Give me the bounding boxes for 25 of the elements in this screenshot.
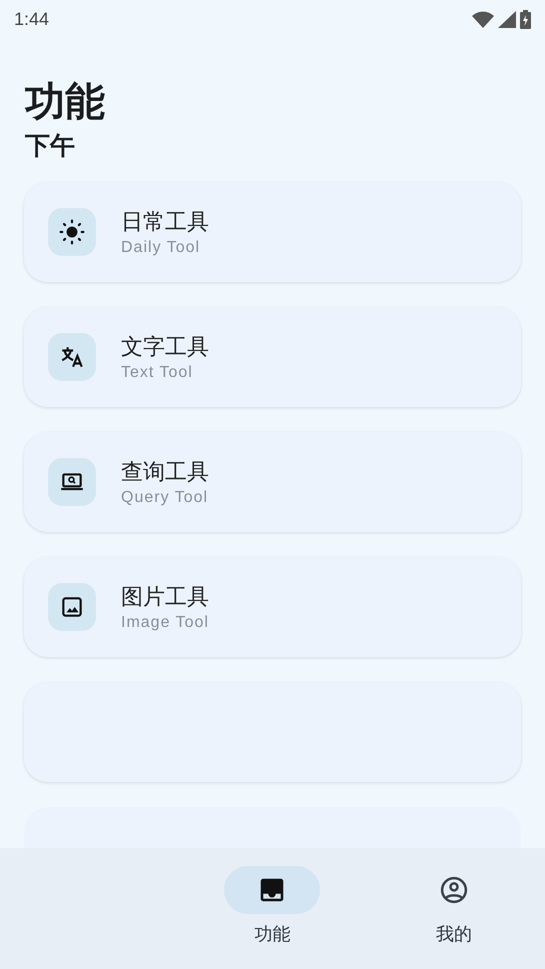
tool-title: 文字工具 [121, 334, 209, 362]
laptop-search-icon [48, 458, 96, 506]
translate-icon [48, 333, 96, 381]
tool-subtitle: Image Tool [121, 614, 209, 632]
battery-icon [520, 10, 531, 28]
account-icon [439, 875, 470, 905]
tool-card[interactable]: 文字工具 Text Tool [24, 307, 521, 407]
status-time: 1:44 [14, 8, 50, 30]
tool-card[interactable]: 查询工具 Query Tool [24, 432, 521, 532]
image-icon [48, 583, 96, 631]
tool-title: 日常工具 [121, 209, 209, 237]
wifi-icon [472, 10, 494, 28]
page-title: 功能 [25, 78, 106, 126]
sun-icon [48, 208, 96, 256]
tool-subtitle: Query Tool [121, 489, 209, 507]
tool-title: 查询工具 [121, 459, 209, 487]
tool-card[interactable]: 日常工具 Daily Tool [24, 182, 521, 282]
page-subtitle: 下午 [25, 130, 76, 162]
tool-title: 图片工具 [121, 584, 209, 612]
nav-tab[interactable]: 功能 [182, 848, 364, 969]
tool-subtitle: Text Tool [121, 364, 194, 382]
tool-card[interactable]: 图片工具 Image Tool [24, 557, 521, 657]
nav-tab[interactable]: 我的 [363, 848, 545, 969]
signal-icon [498, 10, 516, 28]
tool-subtitle: Daily Tool [121, 239, 202, 257]
